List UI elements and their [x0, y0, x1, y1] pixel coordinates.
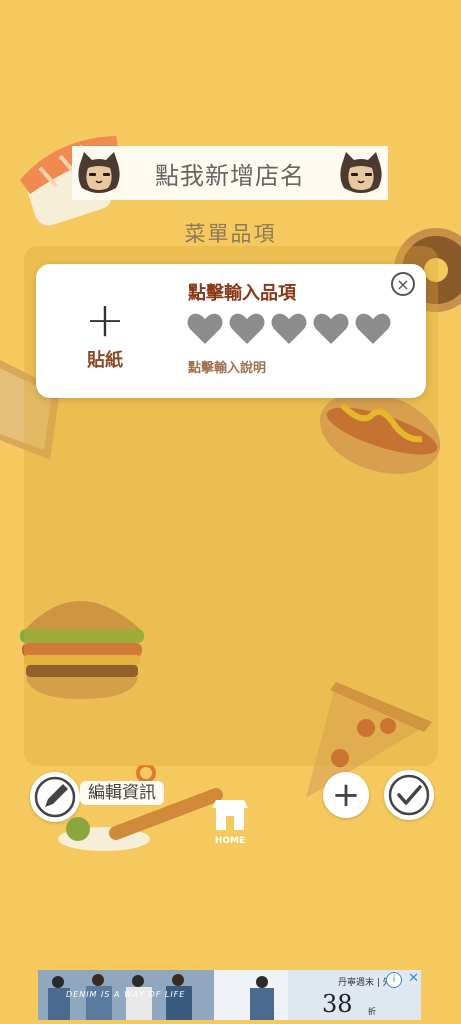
ad-info-icon[interactable]: i: [386, 972, 402, 988]
item-name-input[interactable]: 點擊輸入品項: [188, 279, 296, 305]
add-item-button[interactable]: +: [323, 772, 369, 818]
rating-hearts[interactable]: [187, 312, 391, 345]
edit-info-button[interactable]: [30, 772, 80, 822]
store-name-placeholder[interactable]: 點我新增店名: [122, 156, 338, 191]
home-label: HOME: [214, 836, 246, 846]
cat-face-icon: [340, 152, 382, 193]
plus-icon: +: [84, 292, 126, 348]
skewer-illustration: [58, 765, 223, 851]
check-circle-icon: [388, 774, 430, 816]
ad-banner[interactable]: DENIM IS A WAY OF LIFE 丹寧週末 | 外套 38 折 i …: [38, 970, 421, 1020]
cat-face-icon: [78, 152, 120, 193]
close-icon: ×: [396, 274, 410, 294]
ad-tagline: DENIM IS A WAY OF LIFE: [66, 990, 186, 999]
ad-discount: 38: [322, 990, 353, 1018]
heart-icon[interactable]: [355, 312, 391, 345]
heart-icon[interactable]: [271, 312, 307, 345]
sticker-label: 貼紙: [87, 350, 123, 371]
menu-title: 菜單品項: [184, 222, 277, 246]
confirm-button[interactable]: [384, 770, 434, 820]
edit-info-label[interactable]: 編輯資訊: [80, 781, 164, 805]
home-button[interactable]: HOME: [210, 794, 250, 846]
item-description-input[interactable]: 點擊輸入說明: [188, 357, 266, 376]
heart-icon[interactable]: [187, 312, 223, 345]
add-sticker-button[interactable]: + 貼紙: [50, 292, 160, 372]
plus-icon: +: [331, 775, 361, 815]
store-name-bar[interactable]: 點我新增店名: [72, 146, 388, 200]
house-icon: [212, 800, 248, 830]
ad-close-icon[interactable]: ✕: [408, 971, 419, 986]
ad-discount-unit: 折: [368, 1007, 376, 1016]
heart-icon[interactable]: [229, 312, 265, 345]
pencil-icon: [34, 776, 76, 818]
close-card-button[interactable]: ×: [391, 272, 415, 296]
heart-icon[interactable]: [313, 312, 349, 345]
